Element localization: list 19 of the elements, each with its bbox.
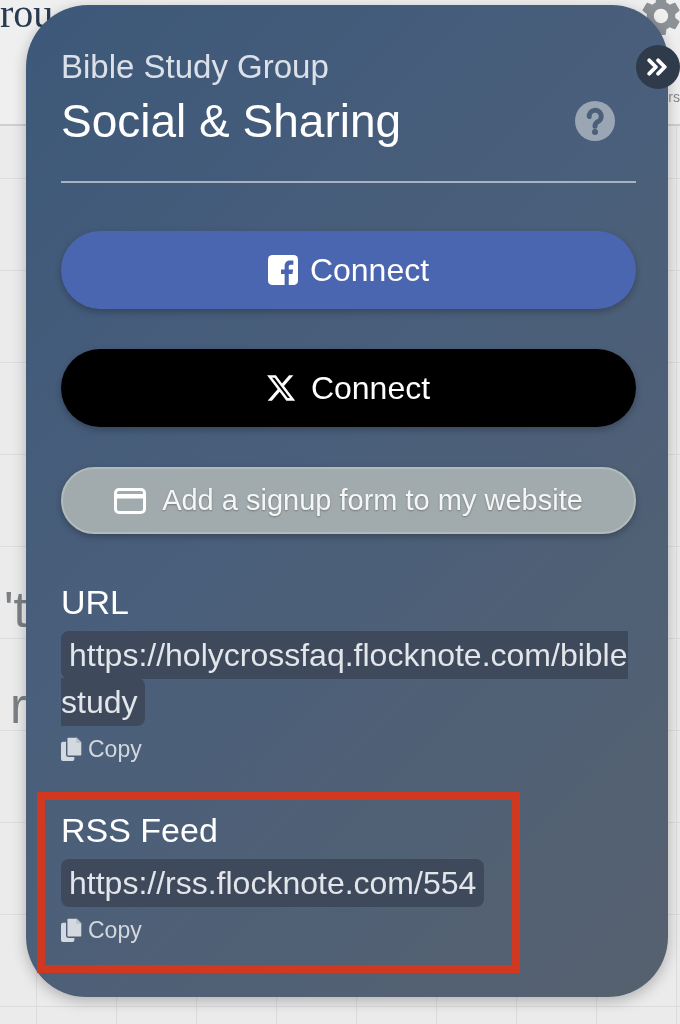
background-text: 't — [4, 581, 28, 640]
copy-icon — [61, 918, 82, 942]
copy-icon — [61, 737, 82, 761]
background-text: r — [10, 677, 27, 736]
side-label: rs — [668, 88, 680, 106]
connect-button[interactable]: Connect — [61, 231, 636, 309]
double-chevron-icon — [647, 58, 667, 76]
x-logo-icon — [266, 375, 295, 401]
group-name: Bible Study Group — [61, 49, 330, 85]
help-icon[interactable] — [575, 101, 615, 141]
f-logo-icon — [267, 255, 298, 285]
link-value: https://rss.flocknote.com/554 — [61, 860, 485, 907]
card-icon — [114, 487, 147, 514]
connect-button[interactable]: Connect — [61, 349, 636, 427]
copy-button[interactable]: Copy — [61, 915, 142, 945]
field-label: URL — [61, 582, 131, 622]
field-label: RSS Feed — [61, 810, 219, 850]
panel-title: Social & Sharing — [61, 94, 402, 149]
copy-button[interactable]: Copy — [61, 734, 142, 764]
